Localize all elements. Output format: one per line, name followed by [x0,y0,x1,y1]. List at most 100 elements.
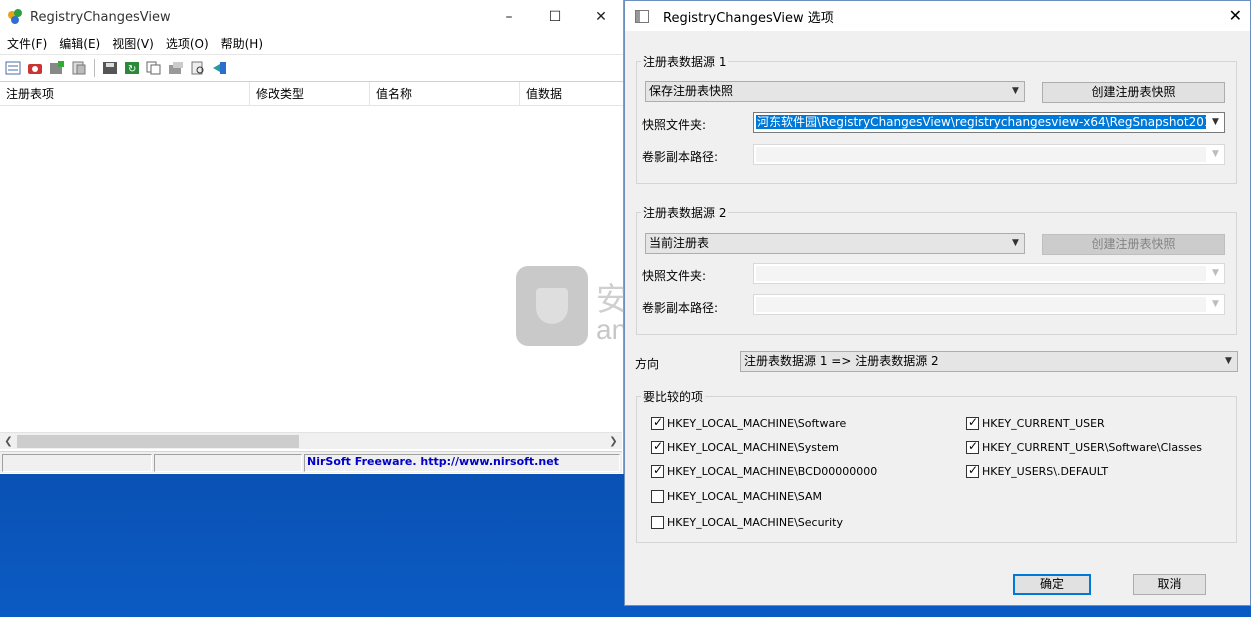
chevron-down-icon: ▼ [1212,149,1219,159]
source2-folder-label: 快照文件夹: [642,269,707,283]
column-registry-key[interactable]: 注册表项 [0,82,250,106]
checkbox-icon[interactable]: ✓ [966,463,979,478]
minimize-button[interactable]: – [486,0,532,34]
window-title: RegistryChangesView [30,9,171,25]
chevron-down-icon: ▼ [1225,356,1232,366]
compare-item-label: HKEY_LOCAL_MACHINE\SAM [667,490,822,503]
column-change-type[interactable]: 修改类型 [250,82,370,106]
source1-label: 注册表数据源 1 [641,53,729,70]
refresh-icon[interactable]: ↻ [123,59,141,77]
compare-checkbox[interactable]: ✓ HKEY_LOCAL_MACHINE\Software [651,415,847,430]
options-icon[interactable] [4,59,22,77]
nirsoft-link[interactable]: NirSoft Freeware. http://www.nirsoft.net [307,455,559,468]
ok-button[interactable]: 确定 [1013,574,1091,595]
direction-label: 方向 [635,357,660,371]
main-window: RegistryChangesView – ☐ ✕ 文件(F) 编辑(E) 视图… [0,0,624,474]
direction-select[interactable]: 注册表数据源 1 => 注册表数据源 2 ▼ [740,351,1238,372]
source1-folder-label: 快照文件夹: [642,118,707,132]
window-icon [635,9,649,23]
checkbox-icon[interactable]: ✓ [966,415,979,430]
menu-bar: 文件(F) 编辑(E) 视图(V) 选项(O) 帮助(H) [0,34,623,52]
source1-create-snapshot-button[interactable]: 创建注册表快照 [1042,82,1225,103]
compare-checkbox[interactable]: HKEY_LOCAL_MACHINE\SAM [651,490,822,503]
save-icon[interactable] [101,59,119,77]
chevron-down-icon: ▼ [1012,86,1019,96]
chevron-down-icon: ▼ [1212,268,1219,278]
folder-path-rest: \RegistryChangesView\registrychangesview… [817,115,1206,129]
source2-create-snapshot-button[interactable]: 创建注册表快照 [1042,234,1225,255]
column-value-data[interactable]: 值数据 [520,82,622,106]
checkbox-icon[interactable]: ✓ [966,439,979,454]
scrollbar-thumb[interactable] [17,435,299,448]
scroll-left-icon[interactable]: ❮ [0,433,17,450]
status-cell [2,454,152,472]
source2-folder-combo[interactable]: ▼ [753,263,1225,284]
source1-type-select[interactable]: 保存注册表快照 ▼ [645,81,1025,102]
close-button[interactable]: ✕ [578,0,624,34]
copy-icon[interactable] [145,59,163,77]
menu-view[interactable]: 视图(V) [107,35,161,52]
camera-icon[interactable] [26,59,44,77]
source1-type-value: 保存注册表快照 [649,84,734,98]
dialog-title: RegistryChangesView 选项 [663,10,834,26]
chevron-down-icon: ▼ [1212,117,1219,127]
direction-value: 注册表数据源 1 => 注册表数据源 2 [744,354,939,368]
compare-item-label: HKEY_LOCAL_MACHINE\Security [667,516,843,529]
menu-file[interactable]: 文件(F) [2,35,54,52]
snapshot-icon[interactable] [48,59,66,77]
column-value-name[interactable]: 值名称 [370,82,520,106]
source1-shadow-combo[interactable]: ▼ [753,144,1225,165]
menu-options[interactable]: 选项(O) [161,35,216,52]
source1-folder-text: 河东软件园\RegistryChangesView\registrychange… [756,115,1206,129]
toolbar-separator [94,59,95,77]
menu-help[interactable]: 帮助(H) [216,35,270,52]
source2-type-select[interactable]: 当前注册表 ▼ [645,233,1025,254]
list-header: 注册表项 修改类型 值名称 值数据 [0,82,623,106]
source1-shadow-label: 卷影副本路径: [642,150,719,164]
dialog-close-icon[interactable]: ✕ [1229,6,1242,25]
find-icon[interactable] [189,59,207,77]
compare-item-label: HKEY_LOCAL_MACHINE\System [667,441,839,454]
checkbox-icon[interactable] [651,516,664,529]
cancel-button[interactable]: 取消 [1133,574,1206,595]
source1-folder-combo[interactable]: 河东软件园\RegistryChangesView\registrychange… [753,112,1225,133]
source2-shadow-label: 卷影副本路径: [642,301,719,315]
status-cell [154,454,302,472]
properties-icon[interactable] [167,59,185,77]
compare-item-label: HKEY_USERS\.DEFAULT [982,465,1109,478]
compare-checkbox[interactable]: HKEY_LOCAL_MACHINE\Security [651,516,843,529]
toolbar: ↻ [0,54,623,82]
menu-edit[interactable]: 编辑(E) [54,35,107,52]
horizontal-scrollbar[interactable]: ❮ ❯ [0,432,622,449]
compare-checkbox[interactable]: ✓ HKEY_USERS\.DEFAULT [966,463,1109,478]
compare-checkbox[interactable]: ✓ HKEY_LOCAL_MACHINE\System [651,439,839,454]
compare-checkbox[interactable]: ✓ HKEY_CURRENT_USER [966,415,1105,430]
compare-item-label: HKEY_CURRENT_USER [982,417,1105,430]
source2-type-value: 当前注册表 [649,236,710,250]
dialog-title-bar: RegistryChangesView 选项 [625,1,1250,31]
checkbox-icon[interactable]: ✓ [651,415,664,430]
compare-label: 要比较的项 [641,388,706,405]
checkbox-icon[interactable]: ✓ [651,439,664,454]
checkbox-icon[interactable]: ✓ [651,463,664,478]
scroll-right-icon[interactable]: ❯ [605,433,622,450]
compare-checkbox[interactable]: ✓ HKEY_CURRENT_USER\Software\Classes [966,439,1203,454]
compare-item-label: HKEY_LOCAL_MACHINE\Software [667,417,847,430]
chevron-down-icon: ▼ [1012,238,1019,248]
app-logo-icon [8,9,24,25]
compare-checkbox[interactable]: ✓ HKEY_LOCAL_MACHINE\BCD00000000 [651,463,878,478]
compare-item-label: HKEY_LOCAL_MACHINE\BCD00000000 [667,465,878,478]
status-bar: NirSoft Freeware. http://www.nirsoft.net [0,451,622,473]
shield-icon [516,266,588,346]
compare-icon[interactable] [70,59,88,77]
chevron-down-icon: ▼ [1212,299,1219,309]
source2-shadow-combo[interactable]: ▼ [753,294,1225,315]
compare-item-label: HKEY_CURRENT_USER\Software\Classes [982,441,1203,454]
exit-icon[interactable] [211,59,229,77]
svg-text:↻: ↻ [128,64,136,75]
options-dialog: RegistryChangesView 选项 ✕ 注册表数据源 1 保存注册表快… [624,0,1251,606]
checkbox-icon[interactable] [651,490,664,503]
maximize-button[interactable]: ☐ [532,0,578,34]
source2-label: 注册表数据源 2 [641,204,729,221]
folder-path-prefix: 河东软件园 [757,115,818,129]
